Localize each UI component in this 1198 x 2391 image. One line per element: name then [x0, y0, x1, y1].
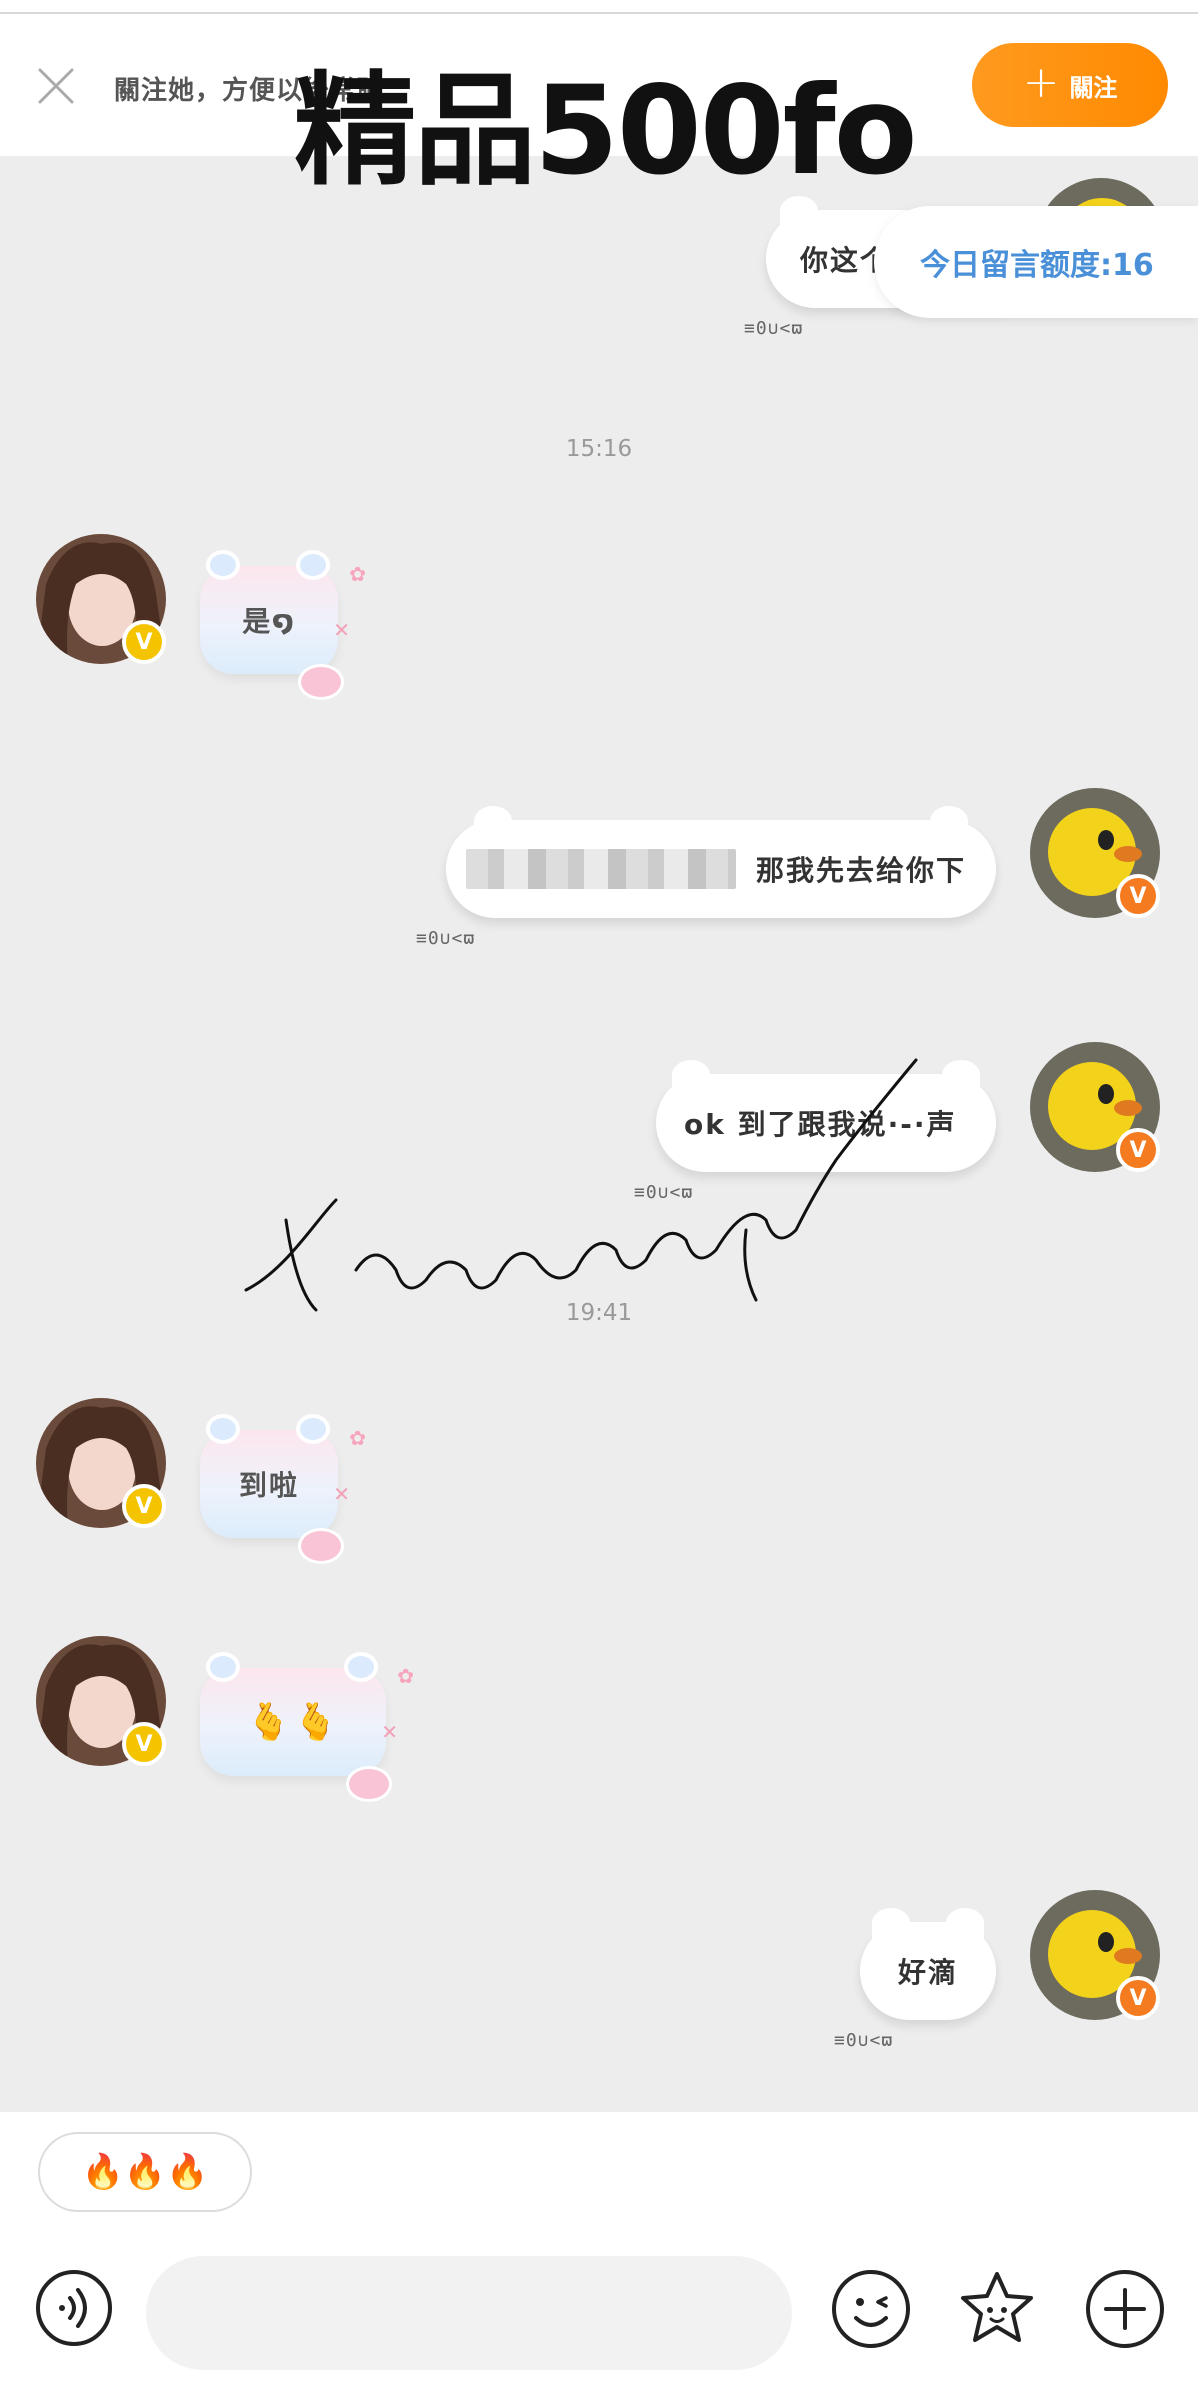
verified-badge-icon: V [1116, 1976, 1160, 2020]
close-icon[interactable] [34, 64, 78, 108]
star-icon: ✿ [349, 562, 368, 586]
read-status: ≡0∪<ϖ [744, 318, 804, 339]
pig-icon [298, 1528, 344, 1564]
blurred-content [466, 849, 736, 889]
bow-icon: ✕ [333, 618, 352, 642]
voice-icon[interactable] [34, 2268, 114, 2348]
emoji-icon[interactable] [830, 2268, 912, 2350]
message-text: 是໑ [242, 605, 296, 638]
verified-badge-icon: V [1116, 1128, 1160, 1172]
verified-badge-icon: V [122, 1722, 166, 1766]
watermark-signature [226, 1040, 946, 1360]
contact-avatar[interactable]: V [36, 534, 166, 664]
message-bubble-received[interactable]: ✿ ✕ 是໑ [200, 550, 366, 700]
quick-reply-chip[interactable]: 🔥🔥🔥 [38, 2132, 252, 2212]
my-avatar[interactable]: V [1030, 1042, 1160, 1172]
bubble-ear [474, 806, 512, 836]
bubble-ear [946, 1908, 984, 1938]
star-icon: ✿ [349, 1426, 368, 1450]
pig-icon [346, 1766, 392, 1802]
bubble-ear [296, 1414, 330, 1444]
bubble-ear [296, 550, 330, 580]
contact-avatar[interactable]: V [36, 1636, 166, 1766]
message-bubble-received[interactable]: ✿ ✕ 🫰🫰 [200, 1652, 414, 1802]
verified-badge-icon: V [122, 1484, 166, 1528]
message-input[interactable] [146, 2256, 792, 2370]
my-avatar[interactable]: V [1030, 1890, 1160, 2020]
watermark-title: 精品500fo [294, 60, 918, 202]
message-bubble-sent[interactable]: 好滴 [860, 1908, 996, 2020]
bubble-ear [872, 1908, 910, 1938]
message-text: 好滴 [897, 1956, 958, 1989]
timestamp: 15:16 [565, 436, 633, 462]
read-status: ≡0∪<ϖ [416, 928, 476, 949]
follow-button[interactable]: + 關注 [972, 43, 1168, 127]
star-icon: ✿ [397, 1664, 416, 1688]
input-panel: 🔥🔥🔥 [0, 2112, 1198, 2391]
bubble-ear [344, 1652, 378, 1682]
verified-badge-icon: V [122, 620, 166, 664]
message-quota: 今日留言额度:16 [874, 206, 1198, 318]
bubble-ear [206, 1652, 240, 1682]
message-bubble-sent[interactable]: 那我先去给你下 [446, 806, 996, 918]
pig-icon [298, 664, 344, 700]
bow-icon: ✕ [333, 1482, 352, 1506]
follow-label: 關注 [1069, 73, 1118, 102]
plus-icon: + [1022, 57, 1060, 108]
bow-icon: ✕ [381, 1720, 400, 1744]
contact-avatar[interactable]: V [36, 1398, 166, 1528]
read-status: ≡0∪<ϖ [834, 2030, 894, 2051]
message-bubble-received[interactable]: ✿ ✕ 到啦 [200, 1414, 366, 1564]
my-avatar[interactable]: V [1030, 788, 1160, 918]
bubble-ear [942, 1060, 980, 1090]
verified-badge-icon: V [1116, 874, 1160, 918]
message-text: 🫰🫰 [246, 1702, 340, 1743]
message-text: 到啦 [238, 1469, 299, 1502]
bubble-ear [206, 550, 240, 580]
bubble-ear [930, 806, 968, 836]
message-text: 那我先去给你下 [756, 854, 967, 887]
sticker-icon[interactable] [956, 2268, 1038, 2350]
plus-icon[interactable] [1084, 2268, 1166, 2350]
bubble-ear [206, 1414, 240, 1444]
top-divider [0, 0, 1198, 14]
